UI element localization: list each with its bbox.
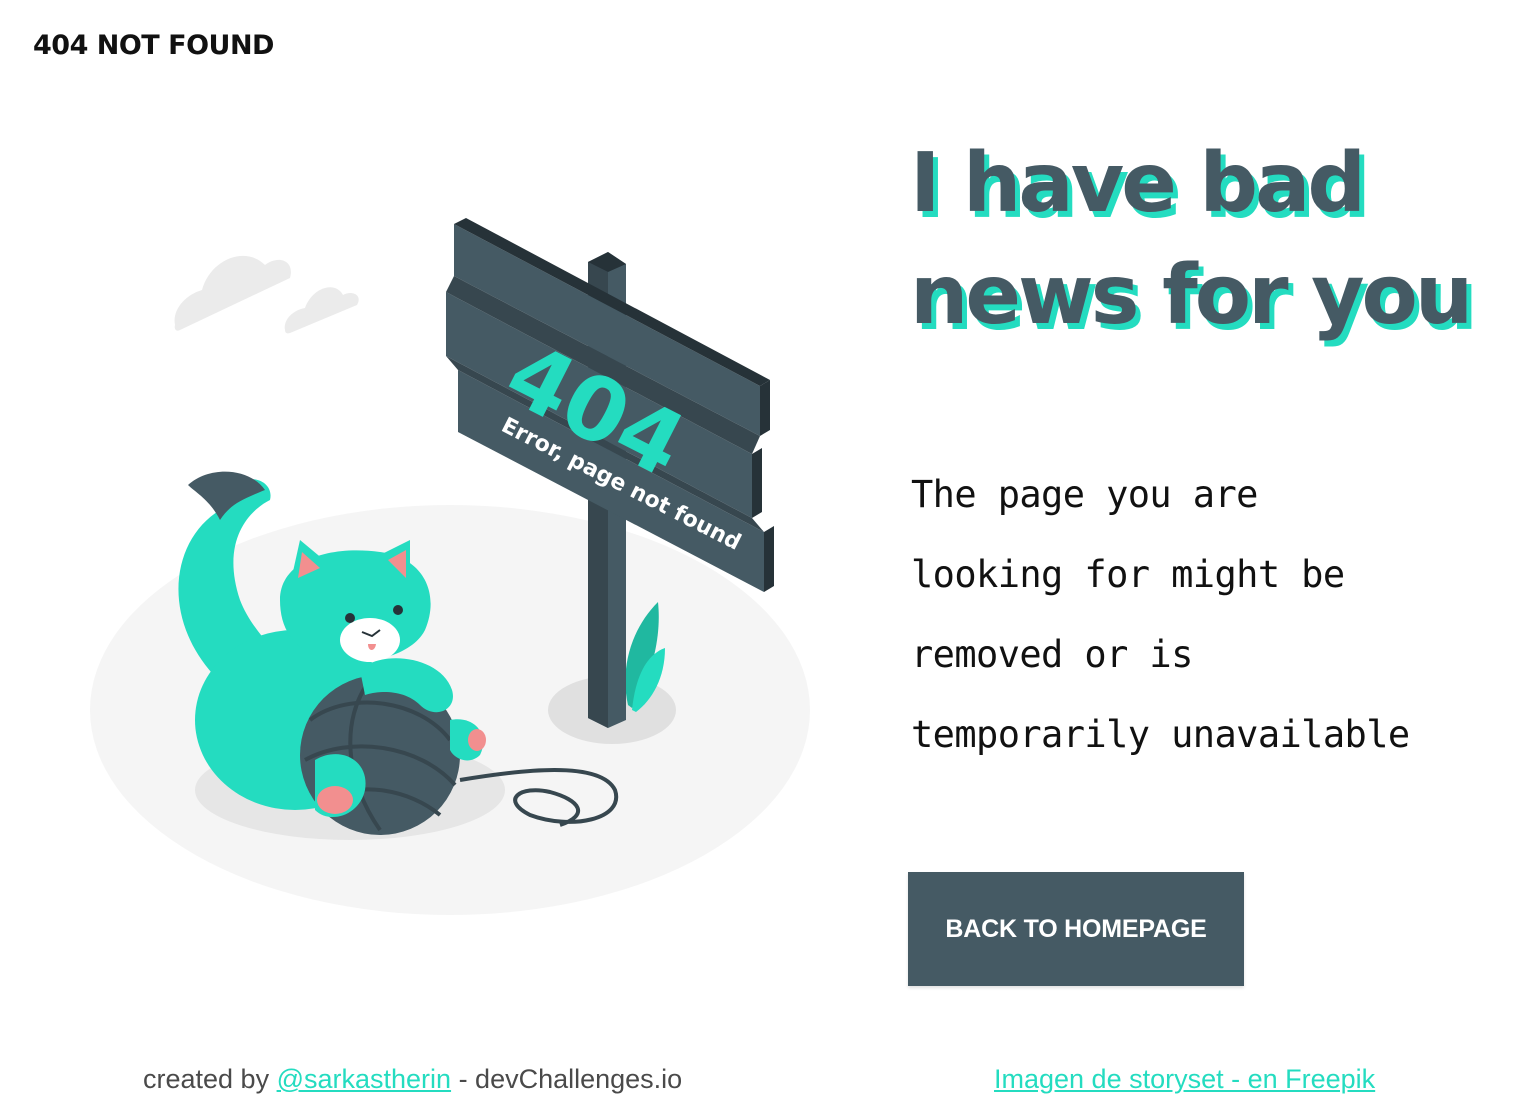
error-message: The page you are looking for might be re…	[911, 455, 1511, 775]
footer-credit-suffix: - devChallenges.io	[451, 1064, 683, 1094]
cloud-icon	[174, 255, 359, 334]
message-line: removed or is	[911, 633, 1193, 676]
footer-attribution: Imagen de storyset - en Freepik	[994, 1064, 1375, 1095]
back-to-homepage-button[interactable]: BACK TO HOMEPAGE	[908, 872, 1244, 986]
heading-line: news for you	[910, 248, 1473, 343]
message-line: temporarily unavailable	[911, 713, 1410, 756]
heading-line: I have bad	[910, 136, 1366, 231]
author-link[interactable]: @sarkastherin	[277, 1064, 451, 1094]
message-line: The page you are	[911, 473, 1258, 516]
page-heading: I have bad news for you	[910, 128, 1510, 352]
site-title: 404 NOT FOUND	[33, 30, 274, 61]
message-line: looking for might be	[911, 553, 1345, 596]
error-404-illustration: 404 Error, page not found	[80, 200, 840, 940]
footer-credit-prefix: created by	[143, 1064, 277, 1094]
storyset-attribution-link[interactable]: Imagen de storyset - en Freepik	[994, 1064, 1375, 1094]
footer-credit: created by @sarkastherin - devChallenges…	[143, 1064, 682, 1095]
